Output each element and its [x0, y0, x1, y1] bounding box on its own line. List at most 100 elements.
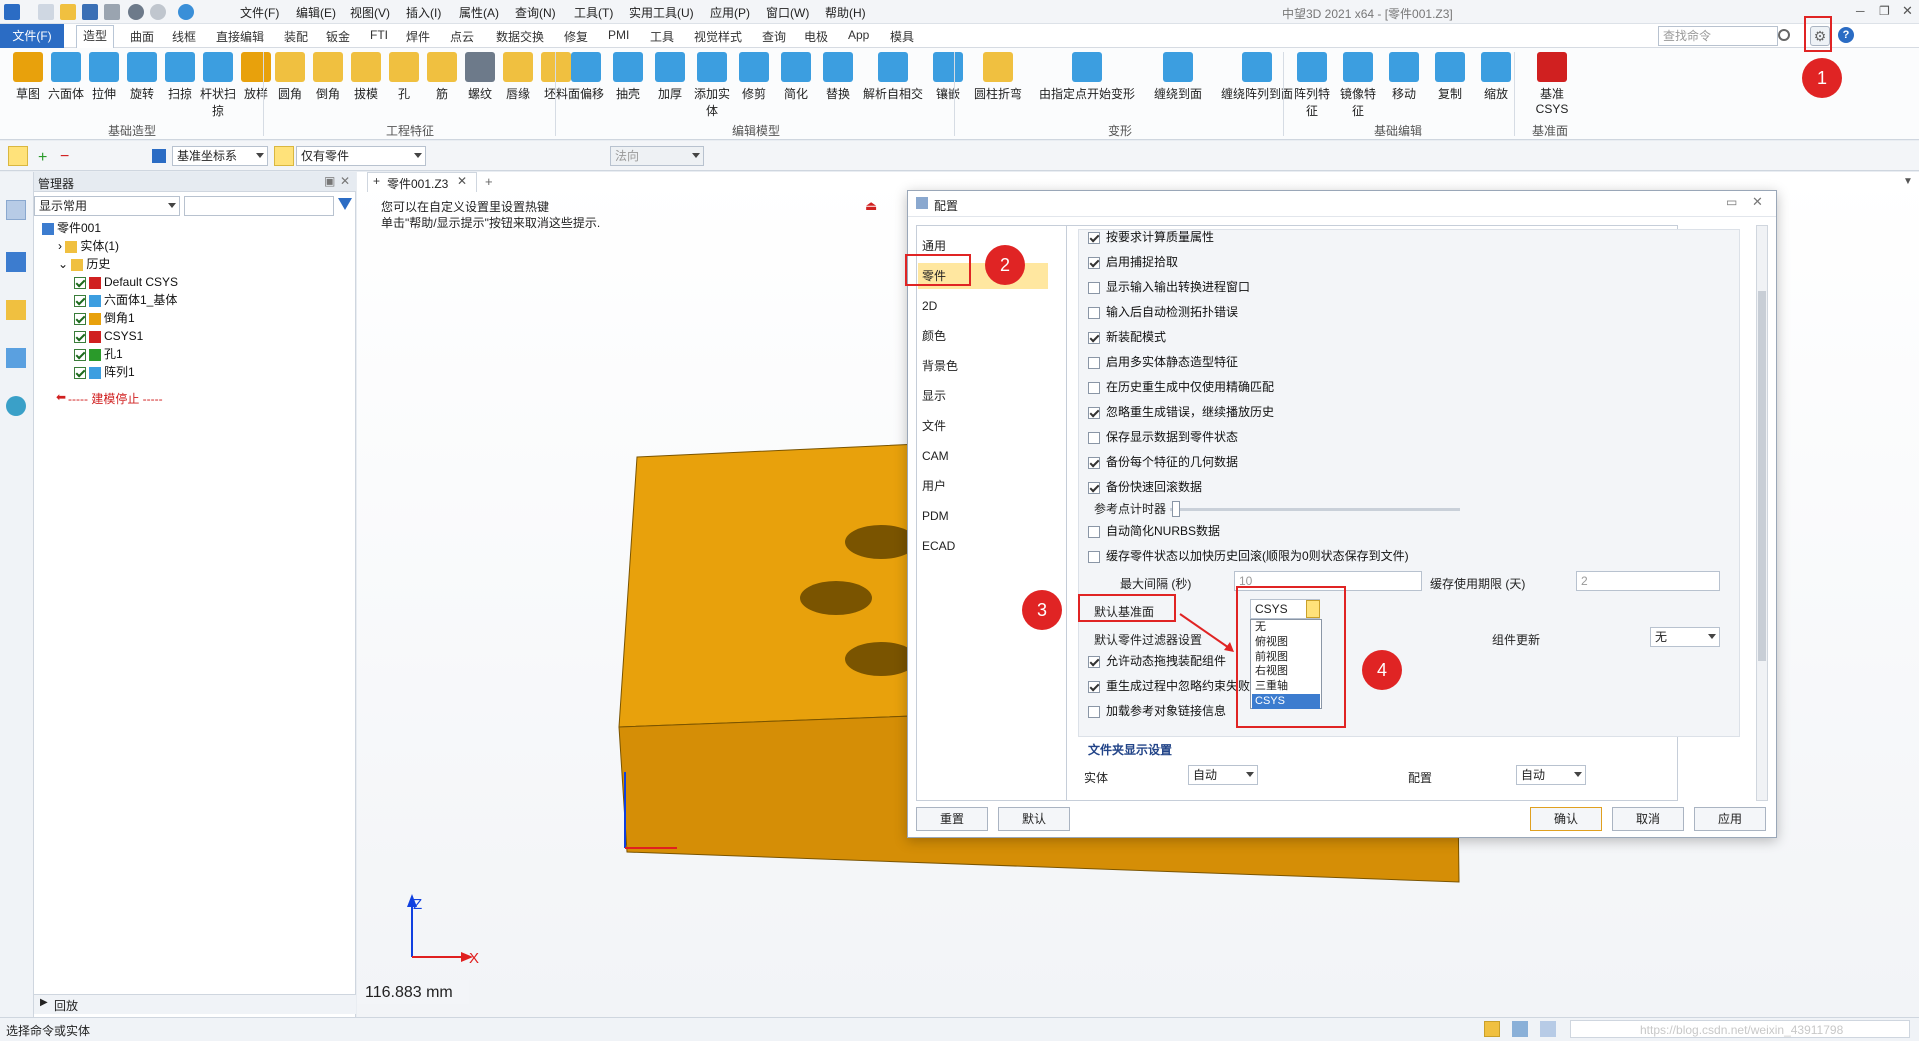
option-checkbox[interactable]	[1088, 705, 1100, 718]
option-checkbox[interactable]	[1088, 431, 1100, 444]
ribbon-button[interactable]: 镜像特征	[1336, 52, 1380, 119]
option-row[interactable]: 输入后自动检测拓扑错误	[1088, 302, 1238, 322]
manager-icon[interactable]	[6, 200, 26, 220]
filter-icon[interactable]	[152, 149, 166, 163]
part-filter-icon[interactable]	[274, 146, 294, 166]
tree-search-input[interactable]	[184, 196, 334, 216]
tab-assembly[interactable]: 装配	[278, 28, 314, 45]
tree-item[interactable]: CSYS1	[74, 328, 143, 345]
config-combo[interactable]: 自动	[1516, 765, 1586, 785]
playback-label[interactable]: 回放	[54, 997, 78, 1014]
option-checkbox[interactable]	[1088, 231, 1100, 244]
tree-item[interactable]: 孔1	[74, 346, 123, 363]
layout-icon[interactable]	[1540, 1021, 1556, 1037]
ribbon-button[interactable]: 缩放	[1474, 52, 1518, 102]
search-icon[interactable]	[1778, 29, 1790, 41]
checkbox-icon[interactable]	[74, 366, 86, 379]
menu-help[interactable]: 帮助(H)	[825, 4, 866, 21]
ribbon-button[interactable]: 倒角	[310, 52, 346, 102]
reset-button[interactable]: 重置	[916, 807, 988, 831]
checkbox-icon[interactable]	[74, 330, 86, 343]
tab-file[interactable]: 文件(F)	[0, 24, 64, 48]
menu-utilities[interactable]: 实用工具(U)	[629, 4, 694, 21]
menu-attribute[interactable]: 属性(A)	[459, 4, 499, 21]
dialog-nav-item[interactable]: ECAD	[918, 533, 1048, 559]
ribbon-button[interactable]: 筋	[424, 52, 460, 102]
ribbon-button[interactable]: 六面体	[48, 52, 84, 102]
dialog-nav-item[interactable]: 显示	[918, 383, 1048, 409]
ribbon-button[interactable]: 孔	[386, 52, 422, 102]
menu-insert[interactable]: 插入(I)	[406, 4, 441, 21]
checkbox-icon[interactable]	[74, 276, 86, 289]
part-filter-combo[interactable]: 仅有零件	[296, 146, 426, 166]
option-checkbox[interactable]	[1088, 456, 1100, 469]
ribbon-button[interactable]: 解析自相交	[860, 52, 926, 102]
ribbon-button[interactable]: 草图	[10, 52, 46, 102]
tab-surface[interactable]: 曲面	[124, 28, 160, 45]
ribbon-button[interactable]: 缠绕到面	[1144, 52, 1212, 102]
normal-combo[interactable]: 法向	[610, 146, 704, 166]
default-button[interactable]: 默认	[998, 807, 1070, 831]
option-row[interactable]: 在历史重生成中仅使用精确匹配	[1088, 377, 1274, 397]
tab-weldment[interactable]: 焊件	[400, 28, 436, 45]
ok-button[interactable]: 确认	[1530, 807, 1602, 831]
funnel-filter-icon[interactable]	[338, 198, 352, 210]
solid-combo[interactable]: 自动	[1188, 765, 1258, 785]
ribbon-button[interactable]: 加厚	[650, 52, 690, 102]
tab-tools[interactable]: 工具	[644, 28, 680, 45]
cancel-button[interactable]: 取消	[1612, 807, 1684, 831]
tree-item[interactable]: 零件001	[42, 220, 101, 237]
close-panel-icon[interactable]: ✕	[340, 174, 350, 188]
tab-fti[interactable]: FTI	[364, 28, 394, 42]
option-row[interactable]: 显示输入输出转换进程窗口	[1088, 277, 1250, 297]
status-icon[interactable]	[1484, 1021, 1500, 1037]
option-checkbox[interactable]	[1088, 680, 1100, 693]
checkbox-icon[interactable]	[74, 312, 86, 325]
option-row[interactable]: 自动简化NURBS数据	[1088, 521, 1220, 541]
checkbox-icon[interactable]	[74, 294, 86, 307]
modeling-stop-marker[interactable]: ----- 建模停止 -----	[68, 390, 228, 407]
menu-tools[interactable]: 工具(T)	[574, 4, 613, 21]
tab-mold[interactable]: 模具	[884, 28, 920, 45]
ribbon-button[interactable]: 镶嵌	[928, 52, 968, 102]
search-input[interactable]: 查找命令	[1658, 26, 1778, 46]
tree-item[interactable]: › 实体(1)	[58, 238, 119, 255]
menu-view[interactable]: 视图(V)	[350, 4, 390, 21]
option-row[interactable]: 启用捕捉拾取	[1088, 252, 1178, 272]
ribbon-button[interactable]: 修剪	[734, 52, 774, 102]
option-row[interactable]: 按要求计算质量属性	[1088, 227, 1214, 247]
ribbon-button[interactable]: 放样	[238, 52, 274, 102]
ribbon-button[interactable]: 唇缘	[500, 52, 536, 102]
option-row[interactable]: 备份每个特征的几何数据	[1088, 452, 1238, 472]
assembly-update-combo[interactable]: 无	[1650, 627, 1720, 647]
menu-file[interactable]: 文件(F)	[240, 4, 279, 21]
dialog-nav-item[interactable]: 背景色	[918, 353, 1048, 379]
ribbon-button[interactable]: 抽壳	[608, 52, 648, 102]
tree-item[interactable]: 六面体1_基体	[74, 292, 177, 309]
dialog-nav-item[interactable]: 颜色	[918, 323, 1048, 349]
slider-handle[interactable]	[1172, 501, 1180, 517]
option-checkbox[interactable]	[1088, 481, 1100, 494]
ribbon-button[interactable]: 拉伸	[86, 52, 122, 102]
ribbon-button[interactable]: 扫掠	[162, 52, 198, 102]
ribbon-button[interactable]: 阵列特征	[1290, 52, 1334, 119]
tab-wireframe[interactable]: 线框	[166, 28, 202, 45]
ribbon-button[interactable]: 替换	[818, 52, 858, 102]
option-row[interactable]: 备份快速回滚数据	[1088, 477, 1202, 497]
ribbon-button[interactable]: 添加实体	[692, 52, 732, 119]
tab-sheetmetal[interactable]: 钣金	[320, 28, 356, 45]
expand-icon[interactable]: ⌄	[58, 257, 71, 271]
ribbon-button[interactable]: 拔模	[348, 52, 384, 102]
display-filter-combo[interactable]: 显示常用	[34, 196, 180, 216]
ribbon-button[interactable]: 螺纹	[462, 52, 498, 102]
tab-pointcloud[interactable]: 点云	[444, 28, 480, 45]
ribbon-button[interactable]: 基准CSYS	[1524, 52, 1580, 116]
option-row[interactable]: 新装配模式	[1088, 327, 1166, 347]
add-icon[interactable]: +	[38, 149, 47, 167]
option-row[interactable]: 缓存零件状态以加快历史回滚(顺限为0则状态保存到文件)	[1088, 546, 1409, 566]
option-checkbox[interactable]	[1088, 356, 1100, 369]
option-checkbox[interactable]	[1088, 525, 1100, 538]
cache-life-input[interactable]: 2	[1576, 571, 1720, 591]
ribbon-button[interactable]: 缠绕阵列到面	[1214, 52, 1300, 102]
pin-icon[interactable]: ▣	[324, 174, 335, 188]
